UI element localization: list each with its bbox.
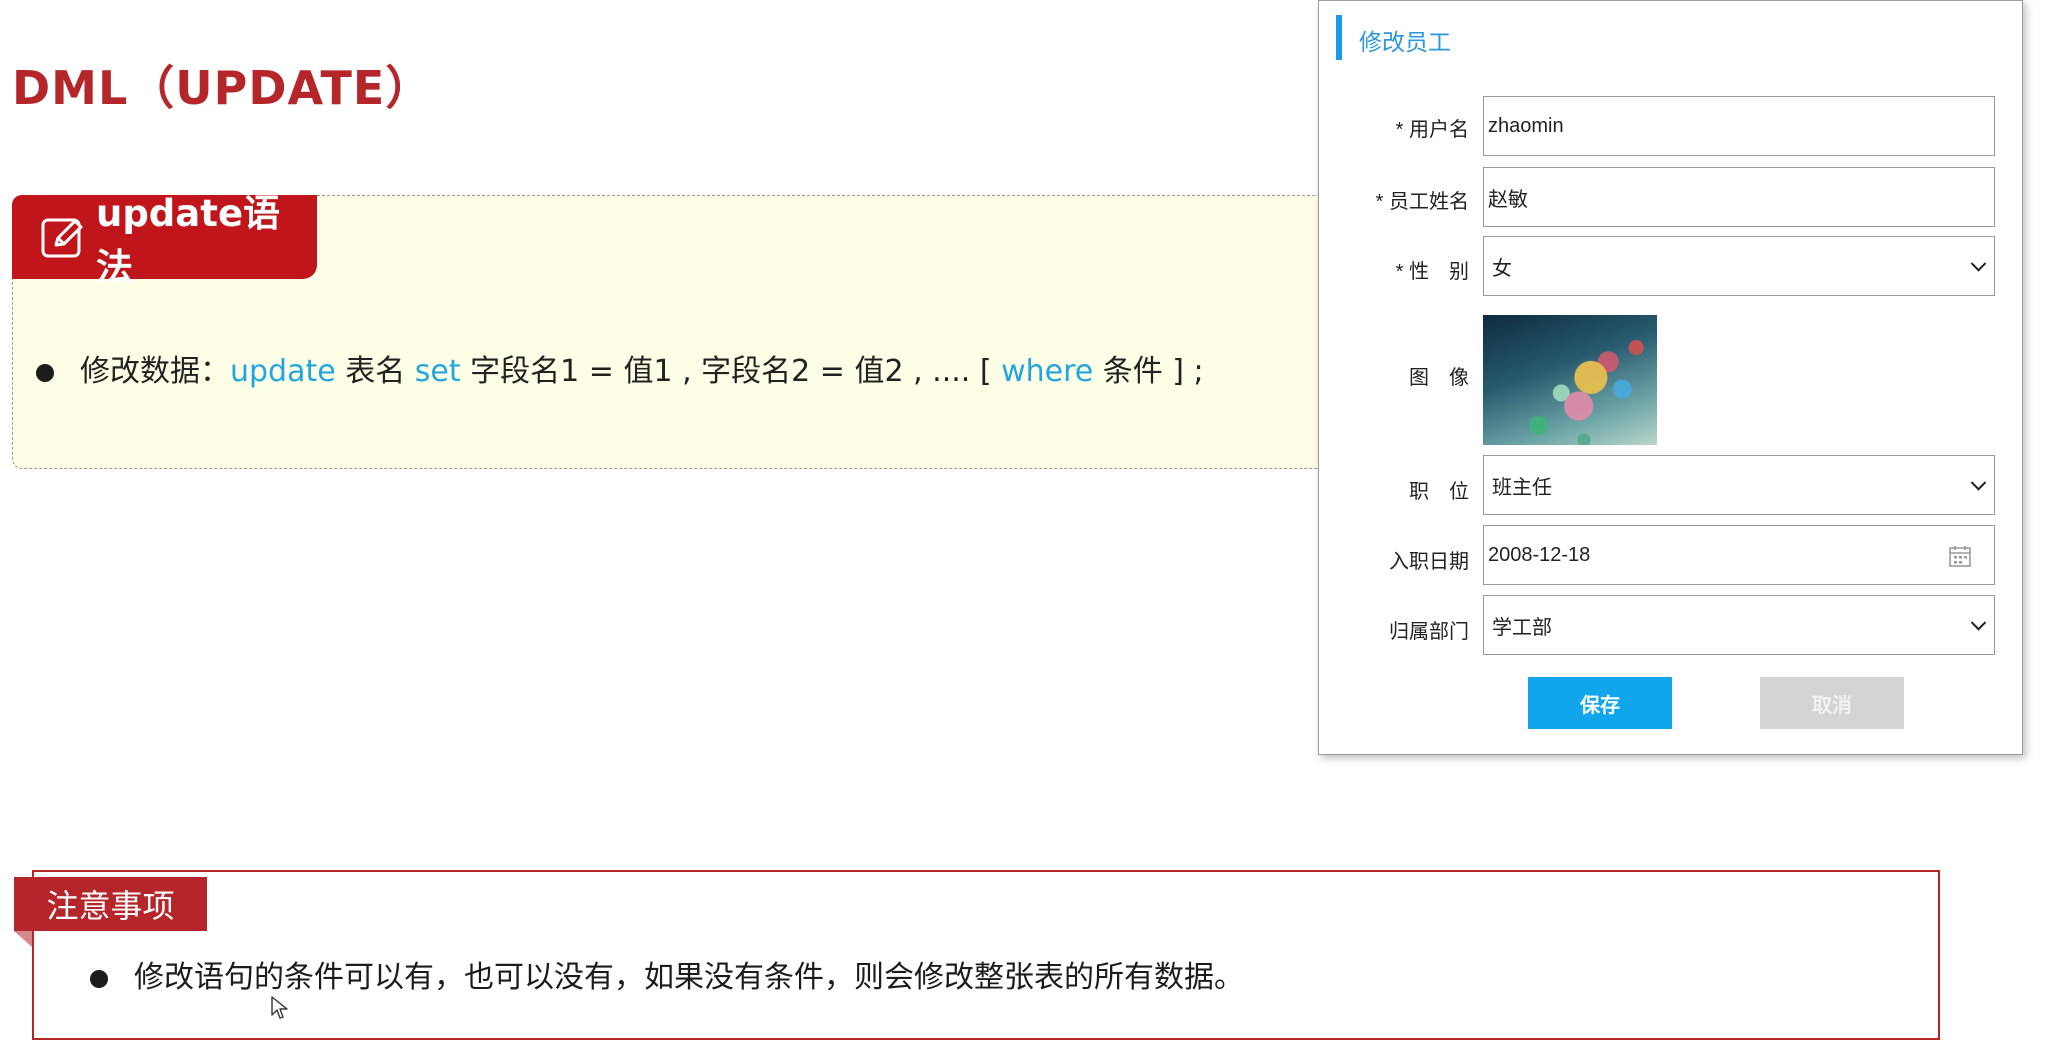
slide-title: DML（UPDATE）	[12, 61, 433, 115]
mouse-cursor-icon	[271, 996, 288, 1019]
syntax-tag-label: update语法	[95, 192, 281, 289]
employee-name-value: 赵敏	[1488, 188, 1528, 211]
calendar-icon[interactable]	[1948, 544, 1972, 568]
edit-icon	[41, 218, 83, 258]
department-select[interactable]: 学工部	[1483, 595, 1995, 655]
chevron-down-icon	[1970, 475, 1987, 491]
employee-photo[interactable]	[1483, 315, 1657, 445]
edit-employee-dialog: 修改员工 * 用户名 zhaomin * 员工姓名 赵敏 * 性 别 女 图 像…	[1318, 0, 2023, 755]
username-input[interactable]: zhaomin	[1483, 96, 1995, 156]
syntax-tag: update语法	[12, 192, 317, 289]
dialog-title-accent	[1336, 15, 1342, 60]
cancel-button[interactable]: 取消	[1760, 677, 1904, 729]
bullet-icon	[36, 363, 54, 382]
gender-label: * 性 别	[1395, 261, 1469, 283]
department-value: 学工部	[1492, 616, 1552, 639]
chevron-down-icon	[1970, 256, 1987, 272]
image-label: 图 像	[1409, 367, 1469, 389]
dialog-title: 修改员工	[1359, 29, 1451, 55]
gender-value: 女	[1492, 257, 1512, 280]
keyword-set: set	[414, 354, 461, 389]
syntax-body: 字段名1 = 值1 , 字段名2 = 值2 , .... [	[460, 354, 1002, 389]
position-value: 班主任	[1492, 476, 1552, 499]
hire-date-input[interactable]: 2008-12-18	[1483, 525, 1995, 585]
username-label: * 用户名	[1395, 119, 1469, 141]
hire-date-label: 入职日期	[1389, 551, 1469, 573]
note-text: 修改语句的条件可以有，也可以没有，如果没有条件，则会修改整张表的所有数据。	[134, 960, 1244, 995]
employee-name-label: * 员工姓名	[1375, 191, 1469, 213]
gender-select[interactable]: 女	[1483, 236, 1995, 296]
save-button[interactable]: 保存	[1528, 677, 1672, 729]
position-select[interactable]: 班主任	[1483, 455, 1995, 515]
syntax-prefix: 修改数据：	[80, 354, 230, 389]
department-label: 归属部门	[1389, 621, 1469, 643]
chevron-down-icon	[1970, 615, 1987, 631]
syntax-table: 表名	[335, 354, 415, 389]
position-label: 职 位	[1409, 481, 1469, 503]
keyword-where: where	[1001, 354, 1094, 389]
employee-name-input[interactable]: 赵敏	[1483, 167, 1995, 227]
keyword-update: update	[230, 354, 336, 389]
hire-date-value: 2008-12-18	[1488, 543, 1591, 566]
note-line: 修改语句的条件可以有，也可以没有，如果没有条件，则会修改整张表的所有数据。	[90, 952, 1244, 996]
bullet-icon	[90, 969, 108, 988]
note-tag: 注意事项	[14, 877, 207, 931]
syntax-line: 修改数据：update 表名 set 字段名1 = 值1 , 字段名2 = 值2…	[36, 346, 1204, 390]
username-value: zhaomin	[1488, 114, 1564, 137]
note-tag-fold	[14, 931, 32, 947]
syntax-tail: 条件 ] ;	[1093, 354, 1204, 389]
